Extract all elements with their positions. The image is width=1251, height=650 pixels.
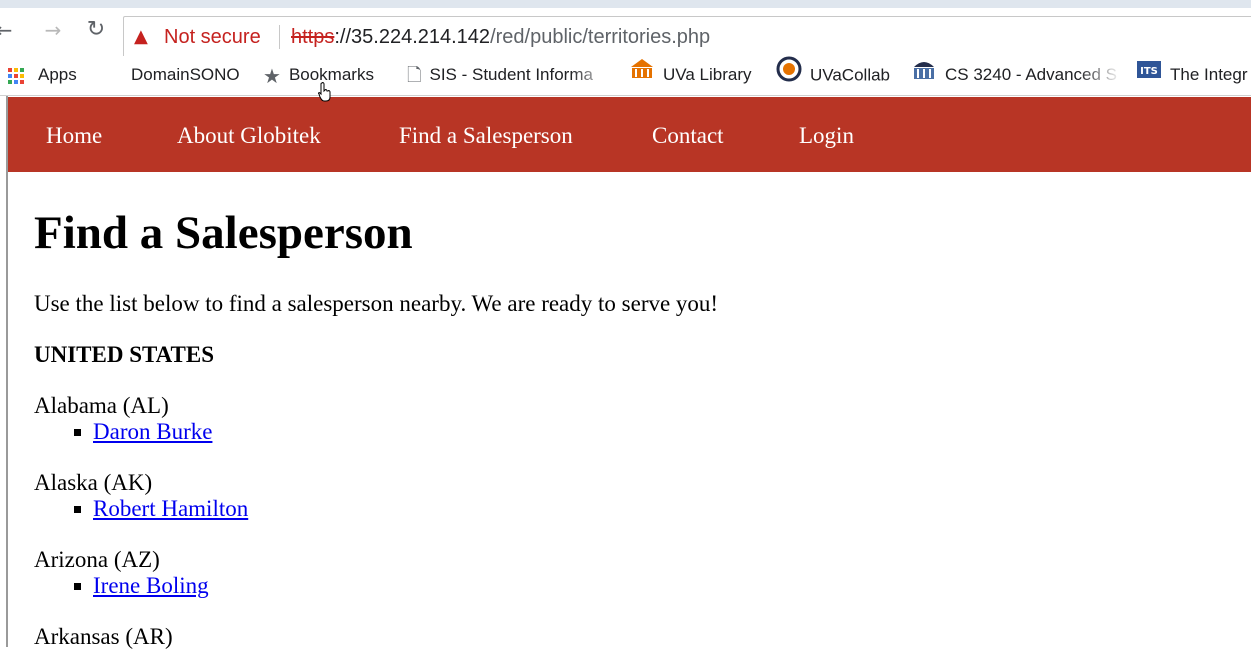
- address-divider: [279, 25, 280, 49]
- url-text[interactable]: https://35.224.214.142/red/public/territ…: [291, 17, 710, 57]
- state-item: Alabama (AL) Daron Burke: [34, 393, 1234, 445]
- bookmark-label: CS 3240 - Advanced S: [945, 65, 1118, 84]
- bullet-icon: [74, 583, 81, 590]
- url-host: ://35.224.214.142: [334, 26, 491, 48]
- state-item: Alaska (AK) Robert Hamilton: [34, 470, 1234, 522]
- page-icon: 🗋: [407, 64, 422, 86]
- bookmarks-bar: Apps DomainSONO ★ Bookmarks 🗋 SIS - Studen…: [0, 56, 1251, 94]
- uva-library-icon: [629, 57, 655, 94]
- forward-arrow-icon[interactable]: →: [42, 18, 64, 42]
- bookmark-label: SIS - Student Informa: [429, 65, 593, 84]
- list-item: Irene Boling: [74, 573, 1234, 599]
- bookmark-label: The Integr: [1170, 65, 1248, 84]
- bookmark-sis[interactable]: 🗋 SIS - Student Informa: [407, 56, 612, 94]
- bookmark-domainsono[interactable]: DomainSONO: [131, 56, 240, 94]
- bookmark-label: DomainSONO: [131, 65, 240, 84]
- state-name: Alabama (AL): [34, 393, 169, 418]
- page-title: Find a Salesperson: [34, 207, 413, 259]
- star-icon: ★: [263, 63, 281, 88]
- salesperson-link[interactable]: Irene Boling: [93, 573, 209, 598]
- its-icon: ITS: [1136, 57, 1162, 94]
- browser-toolbar: ← → ↻ ▲ Not secure https://35.224.214.14…: [0, 8, 1251, 58]
- salesperson-link[interactable]: Robert Hamilton: [93, 496, 248, 521]
- uvacollab-icon: [776, 56, 802, 94]
- salesperson-list: Daron Burke: [34, 419, 1234, 445]
- security-label[interactable]: Not secure: [164, 17, 261, 57]
- main-content: Find a Salesperson Use the list below to…: [34, 172, 1234, 650]
- bookmark-label: UVaCollab: [810, 65, 891, 85]
- list-item: Daron Burke: [74, 419, 1234, 445]
- bookmark-uva-library[interactable]: UVa Library: [629, 56, 752, 94]
- bookmark-apps[interactable]: Apps: [8, 56, 77, 94]
- country-heading: UNITED STATES: [34, 342, 215, 367]
- nav-about[interactable]: About Globitek: [177, 97, 321, 174]
- warning-icon: ▲: [134, 26, 148, 47]
- site-navigation: Home About Globitek Find a Salesperson C…: [8, 97, 1251, 172]
- reload-icon[interactable]: ↻: [85, 18, 107, 42]
- bookmark-label: Apps: [38, 65, 77, 84]
- state-item: Arizona (AZ) Irene Boling: [34, 547, 1234, 599]
- bookmark-uvacollab[interactable]: UVaCollab: [776, 56, 890, 94]
- apps-grid-icon: [8, 67, 24, 84]
- nav-find-salesperson[interactable]: Find a Salesperson: [399, 97, 573, 174]
- page-left-border: [6, 96, 8, 647]
- chrome-divider: [0, 95, 1251, 96]
- back-arrow-icon[interactable]: ←: [0, 18, 15, 42]
- salesperson-list: Robert Hamilton: [34, 496, 1234, 522]
- salesperson-link[interactable]: Daron Burke: [93, 419, 212, 444]
- svg-text:ITS: ITS: [1140, 66, 1158, 77]
- address-bar[interactable]: ▲ Not secure https://35.224.214.142/red/…: [123, 16, 1251, 58]
- list-item: Robert Hamilton: [74, 496, 1234, 522]
- state-name: Arizona (AZ): [34, 547, 160, 572]
- rotunda-icon: [911, 57, 937, 94]
- window-top-strip: [0, 0, 1251, 8]
- url-path: /red/public/territories.php: [490, 26, 711, 48]
- state-item: Arkansas (AR): [34, 624, 1234, 650]
- nav-login[interactable]: Login: [799, 97, 854, 174]
- hand-cursor-icon: [318, 82, 331, 102]
- bullet-icon: [74, 429, 81, 436]
- nav-home[interactable]: Home: [46, 97, 102, 174]
- state-name: Arkansas (AR): [34, 624, 173, 649]
- bullet-icon: [74, 506, 81, 513]
- bookmark-integr[interactable]: ITS The Integr: [1136, 56, 1248, 94]
- url-scheme: https: [291, 26, 335, 48]
- bookmark-label: UVa Library: [663, 65, 752, 84]
- salesperson-list: Irene Boling: [34, 573, 1234, 599]
- state-name: Alaska (AK): [34, 470, 153, 495]
- nav-contact[interactable]: Contact: [652, 97, 724, 174]
- bookmark-cs3240[interactable]: CS 3240 - Advanced S: [911, 56, 1121, 94]
- intro-text: Use the list below to find a salesperson…: [34, 291, 719, 316]
